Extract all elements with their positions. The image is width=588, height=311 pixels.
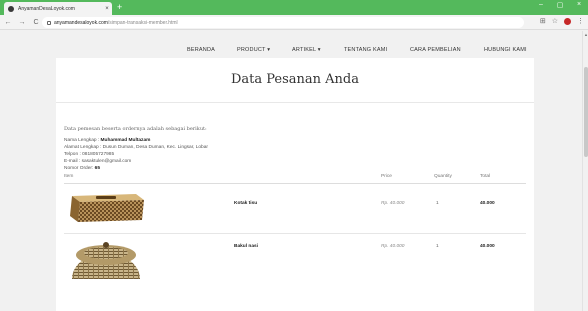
- header-total: Total: [480, 174, 491, 179]
- new-tab-button[interactable]: +: [117, 2, 122, 12]
- window-controls: – ▢ ×: [536, 1, 584, 9]
- row2-price: Rp. 40.000: [381, 244, 405, 249]
- favicon-icon: [8, 5, 14, 12]
- row1-price: Rp. 40.000: [381, 201, 405, 206]
- row1-total: 40.000: [480, 201, 495, 206]
- scroll-thumb[interactable]: [584, 67, 588, 157]
- translate-icon[interactable]: ⊞: [540, 17, 546, 25]
- minimize-button[interactable]: –: [536, 1, 546, 9]
- row2-quantity: 1: [436, 244, 439, 249]
- order-number: Nomor Order: 65: [64, 166, 100, 171]
- customer-address: Alamat Lengkap : Dusun Duman, Desa Duman…: [64, 145, 208, 150]
- back-button[interactable]: ←: [2, 19, 14, 26]
- menu-icon[interactable]: ⋮: [577, 17, 584, 25]
- close-window-button[interactable]: ×: [574, 1, 584, 9]
- scroll-up-icon[interactable]: ▲: [583, 32, 588, 37]
- order-label: Nomor Order:: [64, 166, 95, 171]
- url-path: /simpan-transaksi-member.html: [107, 19, 178, 26]
- order-value: 65: [94, 166, 100, 171]
- maximize-button[interactable]: ▢: [555, 1, 565, 9]
- customer-email: E-mail : sasaktulen@gmail.com: [64, 159, 132, 164]
- intro-text: Data pemesan beserta ordernya adalah seb…: [64, 126, 207, 132]
- row1-name: Kotak tisu: [234, 201, 258, 206]
- lock-icon: [47, 20, 51, 25]
- name-value: Muhammad Multazam: [100, 138, 151, 143]
- page-scrollbar[interactable]: ▲: [582, 31, 588, 311]
- toolbar-actions: ⊞ ☆ ⋮: [540, 17, 584, 25]
- header-quantity: Quantity: [434, 174, 452, 179]
- product-image-kotak-tisu: [70, 194, 144, 222]
- browser-tab[interactable]: AnyamanDesaLoyok.com ×: [4, 2, 112, 15]
- product-image-bakul-nasi: [72, 242, 140, 279]
- customer-phone: Telpon : 081805727985: [64, 152, 115, 157]
- tab-close-icon[interactable]: ×: [102, 6, 112, 12]
- name-label: Nama Lengkap :: [64, 138, 101, 143]
- header-item: Item: [64, 174, 74, 179]
- card-content: Data pemesan beserta ordernya adalah seb…: [56, 31, 534, 311]
- header-price: Price: [381, 174, 392, 179]
- row-divider: [64, 233, 526, 234]
- address-bar: ← → C anyamandesaloyok.com /simpan-trans…: [0, 15, 588, 30]
- row1-quantity: 1: [436, 201, 439, 206]
- header-divider: [64, 183, 526, 184]
- bookmark-star-icon[interactable]: ☆: [552, 17, 558, 25]
- row2-name: Bakul nasi: [234, 244, 258, 249]
- tab-title: AnyamanDesaLoyok.com: [18, 5, 75, 12]
- extension-icon[interactable]: [564, 17, 571, 25]
- reload-button[interactable]: C: [30, 19, 42, 26]
- forward-button[interactable]: →: [16, 19, 28, 26]
- row2-total: 40.000: [480, 244, 495, 249]
- url-host: anyamandesaloyok.com: [54, 19, 108, 26]
- customer-name: Nama Lengkap : Muhammad Multazam: [64, 138, 150, 143]
- url-input[interactable]: anyamandesaloyok.com /simpan-transaksi-m…: [42, 17, 524, 28]
- browser-tabbar: AnyamanDesaLoyok.com × + – ▢ ×: [0, 0, 588, 15]
